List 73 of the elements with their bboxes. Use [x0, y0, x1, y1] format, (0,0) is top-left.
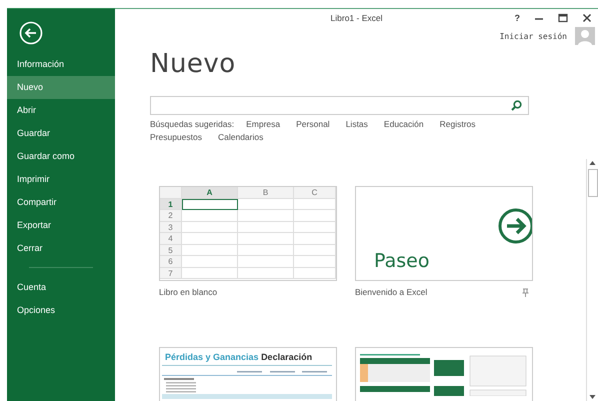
grid-cell [238, 233, 294, 244]
sidebar-item[interactable]: Cerrar [7, 237, 115, 260]
search-icon[interactable] [511, 100, 522, 111]
maximize-icon[interactable] [558, 13, 568, 23]
sidebar-item[interactable]: Exportar [7, 214, 115, 237]
suggestion-link[interactable]: Educación [384, 119, 424, 129]
scroll-up-icon[interactable] [588, 159, 597, 167]
forward-arrow-icon [496, 207, 532, 245]
template-label: Bienvenido a Excel [355, 287, 428, 297]
grid-cell [182, 233, 238, 244]
grid-cell [294, 210, 336, 222]
sidebar-item[interactable]: Opciones [7, 299, 115, 322]
grid-cell [182, 256, 238, 268]
grid-cell [238, 268, 294, 279]
suggestion-link[interactable]: Empresa [246, 119, 280, 129]
sidebar-item[interactable]: Imprimir [7, 168, 115, 191]
search-field[interactable] [150, 96, 529, 115]
sign-in-link[interactable]: Iniciar sesión [500, 32, 567, 40]
window-title: Libro1 - Excel [330, 13, 382, 23]
grid-cell [182, 244, 238, 256]
suggestion-link[interactable]: Registros [440, 119, 476, 129]
sidebar-item[interactable]: Nuevo [7, 76, 115, 99]
tour-heading: Paseo [374, 250, 430, 272]
suggestion-link[interactable]: Personal [296, 119, 330, 129]
sidebar-item[interactable]: Compartir [7, 191, 115, 214]
sidebar-item[interactable]: Abrir [7, 99, 115, 122]
sidebar-item[interactable]: Guardar como [7, 145, 115, 168]
tour-thumbnail[interactable]: Paseo [355, 186, 533, 281]
row-header: 6 [160, 256, 182, 268]
row-header: 2 [160, 210, 182, 222]
row-header: 1 [160, 198, 182, 210]
grid-cell [182, 198, 238, 210]
template-label: Libro en blanco [159, 287, 218, 297]
report-thumbnail[interactable]: Pérdidas y Ganancias Declaración [159, 347, 337, 401]
grid-cell [294, 256, 336, 268]
grid-cell [294, 222, 336, 233]
corner-cell[interactable] [160, 187, 182, 198]
sidebar-item[interactable]: Cuenta [7, 276, 115, 299]
blank-workbook-thumbnail[interactable]: A B C 1 2 3 4 5 6 7 [159, 186, 337, 281]
grid-cell [182, 268, 238, 279]
grid-cell [238, 222, 294, 233]
sidebar-item[interactable]: Información [7, 53, 115, 76]
column-header: B [238, 187, 294, 198]
close-icon[interactable] [582, 13, 592, 23]
grid-cell [294, 244, 336, 256]
row-header: 4 [160, 233, 182, 244]
grid-cell [182, 210, 238, 222]
suggestion-link[interactable]: Listas [346, 119, 368, 129]
scroll-thumb[interactable] [588, 169, 598, 197]
row-header: 5 [160, 244, 182, 256]
grid-cell [294, 198, 336, 210]
report-title: Pérdidas y Ganancias [165, 352, 259, 362]
row-header: 3 [160, 222, 182, 233]
column-header: C [294, 187, 336, 198]
pin-icon[interactable] [522, 288, 529, 296]
page-title: Nuevo [150, 49, 237, 79]
column-header: A [182, 187, 238, 198]
grid-cell [182, 222, 238, 233]
grid-cell [294, 268, 336, 279]
grid-cell [238, 256, 294, 268]
suggestion-link[interactable]: Presupuestos [150, 132, 202, 142]
grid-cell [238, 198, 294, 210]
grid-cell [294, 233, 336, 244]
help-button[interactable]: ? [514, 13, 520, 23]
suggestions-label: Búsquedas sugeridas: [150, 119, 234, 129]
row-header: 7 [160, 268, 182, 279]
sidebar-item[interactable]: Guardar [7, 122, 115, 145]
grid-cell [238, 210, 294, 222]
scrollbar[interactable] [586, 159, 598, 401]
suggestion-link[interactable]: Calendarios [218, 132, 264, 142]
report-title: Declaración [261, 352, 312, 362]
grid-cell [238, 244, 294, 256]
scroll-down-icon[interactable] [588, 393, 597, 401]
